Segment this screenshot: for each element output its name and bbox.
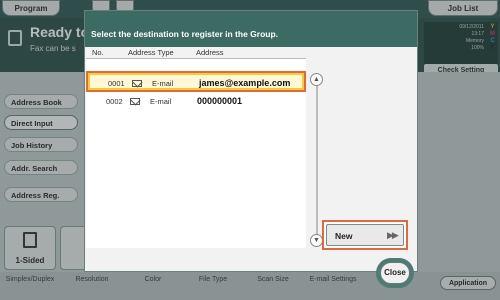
col-address: Address bbox=[196, 48, 224, 57]
row-address: james@example.com bbox=[199, 78, 291, 88]
col-address-type: Address Type bbox=[128, 48, 174, 57]
scrollbar-track[interactable] bbox=[316, 84, 318, 234]
row-number: 0001 bbox=[108, 79, 125, 88]
scroll-up-icon[interactable]: ▲ bbox=[310, 73, 323, 86]
destination-row-0001[interactable]: 0001 E-mail james@example.com bbox=[86, 71, 306, 92]
row-address: 000000001 bbox=[197, 96, 243, 106]
row-type: E-mail bbox=[150, 97, 172, 106]
col-no: No. bbox=[92, 48, 104, 57]
destination-list: 0001 E-mail james@example.com 0002 E-mai… bbox=[86, 58, 306, 248]
row-number: 0002 bbox=[106, 97, 123, 106]
new-button-label: New bbox=[335, 231, 353, 241]
close-button[interactable]: Close bbox=[380, 262, 410, 284]
email-icon bbox=[132, 80, 142, 87]
row-type: E-mail bbox=[152, 79, 174, 88]
new-button[interactable]: New ▶▶ bbox=[326, 224, 404, 246]
email-icon bbox=[130, 98, 140, 105]
double-arrow-right-icon: ▶▶ bbox=[387, 230, 399, 240]
destination-row-0002[interactable]: 0002 E-mail 000000001 bbox=[88, 93, 304, 110]
dialog-title: Select the destination to register in th… bbox=[85, 11, 417, 47]
